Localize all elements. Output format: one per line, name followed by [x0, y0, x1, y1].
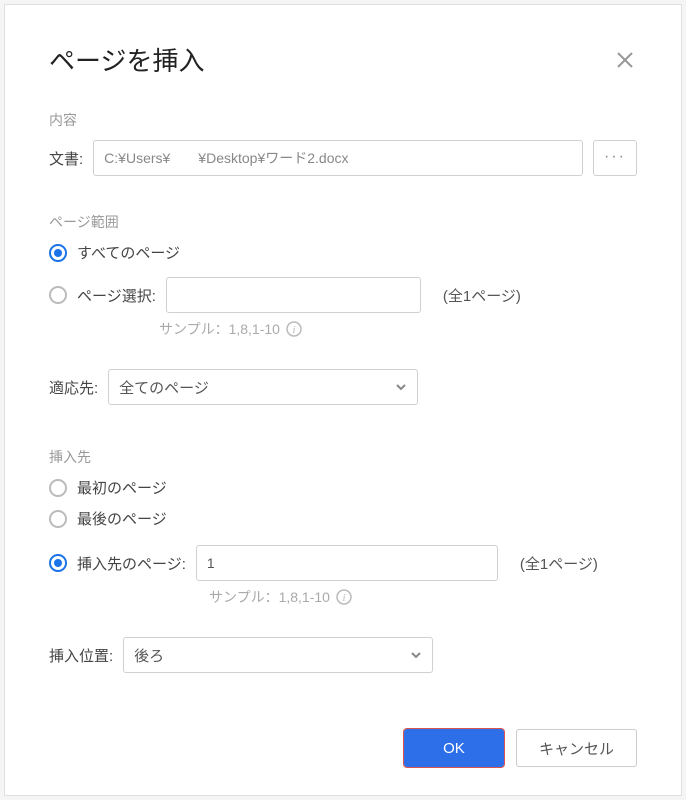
page-range-section: ページ範囲 すべてのページ ページ選択: (全1ページ) サンプル：1,8,1-… — [49, 212, 637, 405]
close-button[interactable] — [613, 48, 637, 72]
chevron-down-icon — [395, 381, 407, 393]
ok-button[interactable]: OK — [404, 729, 504, 767]
last-page-radio[interactable] — [49, 510, 67, 528]
cancel-button-label: キャンセル — [539, 738, 614, 759]
content-section-label: 内容 — [49, 110, 637, 130]
apply-to-select[interactable]: 全てのページ — [108, 369, 418, 405]
dialog-footer: OK キャンセル — [404, 729, 637, 767]
first-page-label: 最初のページ — [77, 477, 167, 498]
cancel-button[interactable]: キャンセル — [516, 729, 637, 767]
apply-to-value: 全てのページ — [119, 377, 209, 398]
destination-section-label: 挿入先 — [49, 447, 637, 467]
dialog-title: ページを挿入 — [49, 41, 204, 78]
range-sample-hint: サンプル：1,8,1-10 — [159, 319, 280, 339]
insert-pages-dialog: ページを挿入 内容 文書: ··· ページ範囲 すべてのページ ページ選択: — [4, 4, 682, 796]
insert-position-select[interactable]: 後ろ — [123, 637, 433, 673]
first-page-radio[interactable] — [49, 479, 67, 497]
info-icon: i — [286, 321, 302, 337]
file-path-input[interactable] — [93, 140, 583, 176]
close-icon — [616, 51, 634, 69]
svg-text:i: i — [292, 324, 295, 336]
all-pages-radio[interactable] — [49, 244, 67, 262]
select-pages-input[interactable] — [166, 277, 421, 313]
page-range-section-label: ページ範囲 — [49, 212, 637, 232]
ok-button-label: OK — [443, 740, 465, 757]
file-label: 文書: — [49, 148, 83, 169]
destination-sample-hint: サンプル：1,8,1-10 — [209, 587, 330, 607]
apply-to-label: 適応先: — [49, 377, 98, 398]
all-pages-label: すべてのページ — [77, 242, 180, 263]
select-pages-radio[interactable] — [49, 286, 67, 304]
content-section: 内容 文書: ··· — [49, 110, 637, 176]
svg-text:i: i — [342, 592, 345, 604]
insert-position-value: 後ろ — [134, 645, 164, 666]
insert-page-radio[interactable] — [49, 554, 67, 572]
destination-total-pages: (全1ページ) — [520, 553, 598, 574]
browse-button[interactable]: ··· — [593, 140, 637, 176]
insert-page-input[interactable] — [196, 545, 498, 581]
insert-page-label: 挿入先のページ: — [77, 553, 186, 574]
chevron-down-icon — [410, 649, 422, 661]
ellipsis-icon: ··· — [604, 148, 626, 165]
select-pages-label: ページ選択: — [77, 285, 156, 306]
destination-section: 挿入先 最初のページ 最後のページ 挿入先のページ: (全1ページ) サンプル：… — [49, 447, 637, 673]
dialog-header: ページを挿入 — [49, 41, 637, 78]
info-icon: i — [336, 589, 352, 605]
last-page-label: 最後のページ — [77, 508, 167, 529]
range-total-pages: (全1ページ) — [443, 285, 521, 306]
insert-position-label: 挿入位置: — [49, 645, 113, 666]
